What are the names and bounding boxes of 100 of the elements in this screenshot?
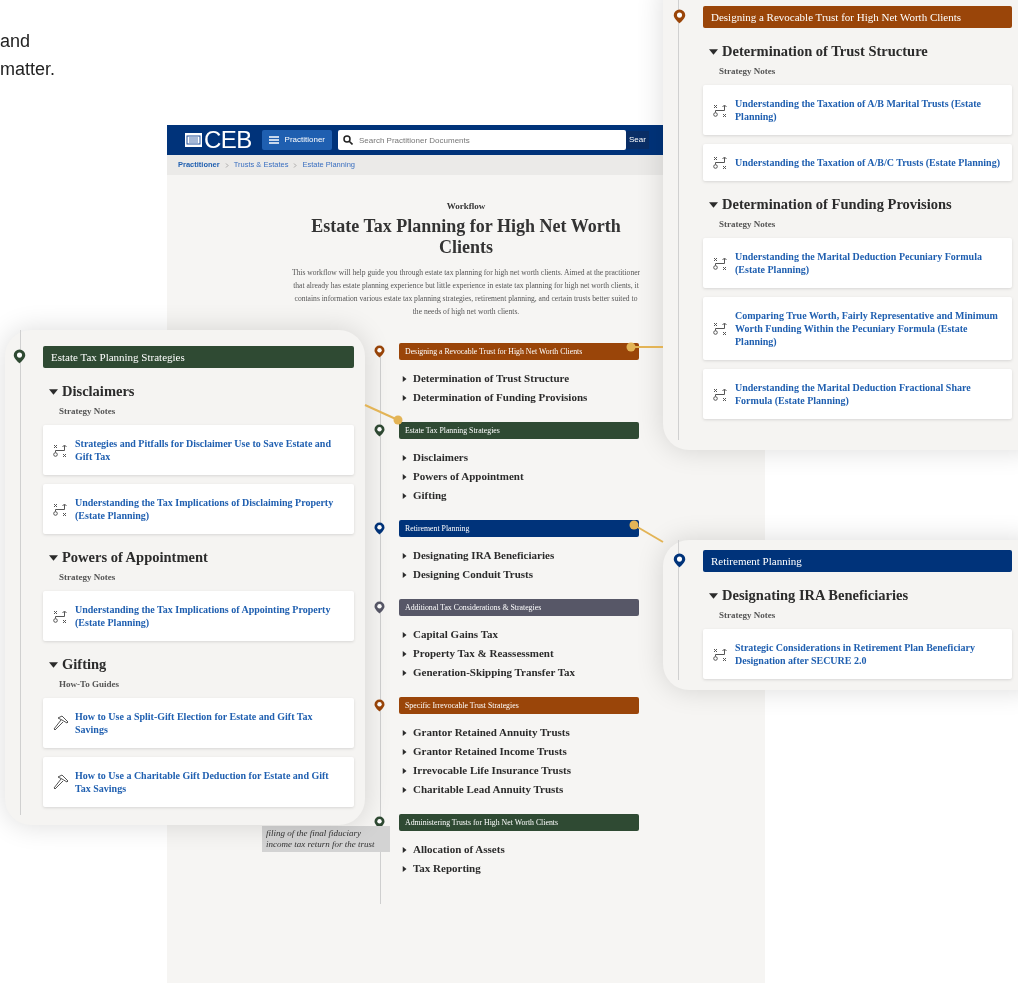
map-pin-icon (374, 345, 385, 358)
stage-item[interactable]: Determination of Trust Structure (413, 370, 570, 387)
background-text: matter. (0, 58, 56, 81)
section-heading[interactable]: Gifting (62, 654, 107, 676)
stage-item[interactable]: Grantor Retained Income Trusts (413, 743, 567, 760)
caret-icon[interactable] (402, 865, 408, 872)
stage-item[interactable]: Designating IRA Beneficiaries (413, 547, 555, 564)
caret-icon[interactable] (402, 375, 408, 382)
leader-line (626, 342, 664, 352)
menu-icon (268, 136, 279, 144)
search-button[interactable]: Sear (626, 131, 649, 149)
background-text: and (0, 30, 31, 53)
caret-icon[interactable] (402, 473, 408, 480)
document-link[interactable]: Understanding the Marital Deduction Fractional Share Formula (Estate Planning) (735, 381, 1002, 407)
stage-item[interactable]: Designing Conduit Trusts (413, 566, 534, 583)
stage-item[interactable]: Grantor Retained Annuity Trusts (413, 724, 570, 741)
play-diagram-icon (713, 647, 729, 661)
play-diagram-icon (53, 443, 69, 457)
stage-item[interactable]: Determination of Funding Provisions (413, 389, 588, 406)
caret-icon[interactable] (402, 650, 408, 657)
caret-icon[interactable] (709, 591, 718, 601)
stage-item[interactable]: Capital Gains Tax (413, 626, 498, 643)
map-pin-icon (374, 424, 385, 437)
category-label: Strategy Notes (718, 218, 777, 230)
stage-item[interactable]: Powers of Appointment (413, 468, 524, 485)
document-link[interactable]: Strategic Considerations in Retirement Plan Beneficiary Designation after SECURE 2.0 (735, 641, 1002, 667)
tooltip-text: income tax return for the trust (266, 839, 376, 850)
caret-icon[interactable] (709, 200, 718, 210)
caret-icon[interactable] (402, 786, 408, 793)
map-pin-icon (13, 349, 26, 364)
play-diagram-icon (713, 322, 729, 335)
workflow-label: Workflow (446, 200, 486, 212)
caret-icon[interactable] (49, 660, 58, 670)
document-link[interactable]: Understanding the Taxation of A/B Marital Trusts (Estate Planning) (735, 97, 1002, 123)
logo-icon (185, 133, 202, 147)
category-label: Strategy Notes (718, 609, 777, 621)
hammer-icon (53, 715, 69, 731)
play-diagram-icon (53, 609, 69, 623)
caret-icon[interactable] (49, 387, 58, 397)
document-link[interactable]: Understanding the Tax Implications of Appointing Property (Estate Planning) (75, 603, 344, 629)
caret-icon[interactable] (402, 846, 408, 853)
page-title: Estate Tax Planning for High Net Worth Clients (310, 216, 622, 258)
chevron-icon (224, 162, 229, 168)
stage-item[interactable]: Generation-Skipping Transfer Tax (413, 664, 575, 681)
map-pin-icon (673, 9, 686, 24)
section-heading[interactable]: Designating IRA Beneficiaries (722, 585, 909, 607)
caret-icon[interactable] (49, 553, 58, 563)
stage-item[interactable]: Allocation of Assets (413, 841, 505, 858)
search-icon (343, 135, 354, 145)
caret-icon[interactable] (402, 571, 408, 578)
document-link[interactable]: Strategies and Pitfalls for Disclaimer Use to Save Estate and Gift Tax (75, 437, 344, 463)
document-link[interactable]: Understanding the Tax Implications of Disclaiming Property (Estate Planning) (75, 496, 344, 522)
tooltip-text: filing of the final fiduciary (266, 828, 362, 839)
caret-icon[interactable] (709, 47, 718, 57)
play-diagram-icon (713, 387, 729, 401)
section-heading[interactable]: Determination of Funding Provisions (722, 194, 952, 216)
caret-icon[interactable] (402, 492, 408, 499)
document-link[interactable]: How to Use a Charitable Gift Deduction for Estate and Gift Tax Savings (75, 769, 344, 795)
section-heading[interactable]: Disclaimers (62, 381, 135, 403)
caret-icon[interactable] (402, 552, 408, 559)
stage-item[interactable]: Property Tax & Reassessment (413, 645, 554, 662)
leader-line (629, 520, 664, 543)
caret-icon[interactable] (402, 669, 408, 676)
stage-item[interactable]: Charitable Lead Annuity Trusts (413, 781, 564, 798)
document-link[interactable]: Understanding the Marital Deduction Pecuniary Formula (Estate Planning) (735, 250, 1002, 276)
chevron-icon (293, 162, 298, 168)
hammer-icon (53, 774, 69, 790)
search-field[interactable]: Search Practitioner Documents (338, 130, 627, 150)
caret-icon[interactable] (402, 454, 408, 461)
leader-line (364, 404, 403, 425)
play-diagram-icon (53, 502, 69, 516)
category-label: Strategy Notes (718, 65, 777, 77)
play-diagram-icon (713, 256, 729, 270)
caret-icon[interactable] (402, 631, 408, 638)
callout-header: Designing a Revocable Trust for High Net Worth Clients (703, 6, 1012, 28)
stage-item[interactable]: Tax Reporting (413, 860, 481, 877)
menu-button[interactable]: Practitioner (261, 130, 333, 150)
category-label: How-To Guides (58, 678, 120, 690)
caret-icon[interactable] (402, 394, 408, 401)
stage-item[interactable]: Gifting (413, 487, 447, 504)
category-label: Strategy Notes (58, 405, 117, 417)
section-heading[interactable]: Powers of Appointment (62, 547, 208, 569)
caret-icon[interactable] (402, 748, 408, 755)
map-pin-icon (374, 601, 385, 614)
section-heading[interactable]: Determination of Trust Structure (722, 41, 928, 63)
caret-icon[interactable] (402, 767, 408, 774)
document-link[interactable]: Understanding the Taxation of A/B/C Trusts (Estate Planning) (735, 156, 1000, 169)
category-label: Strategy Notes (58, 571, 117, 583)
stage-item[interactable]: Irrevocable Life Insurance Trusts (413, 762, 571, 779)
stage-item[interactable]: Disclaimers (413, 449, 468, 466)
play-diagram-icon (713, 103, 729, 117)
map-pin-icon (374, 699, 385, 712)
map-pin-icon (673, 553, 686, 568)
callout-header: Retirement Planning (703, 550, 1012, 572)
caret-icon[interactable] (402, 729, 408, 736)
logo-text: CEB (204, 128, 252, 152)
callout-header: Estate Tax Planning Strategies (43, 346, 354, 368)
map-pin-icon (374, 522, 385, 535)
document-link[interactable]: How to Use a Split-Gift Election for Estate and Gift Tax Savings (75, 710, 344, 736)
document-link[interactable]: Comparing True Worth, Fairly Representative and Minimum Worth Funding Within the Pecuniary Formula (Estate Planning) (735, 309, 1002, 348)
